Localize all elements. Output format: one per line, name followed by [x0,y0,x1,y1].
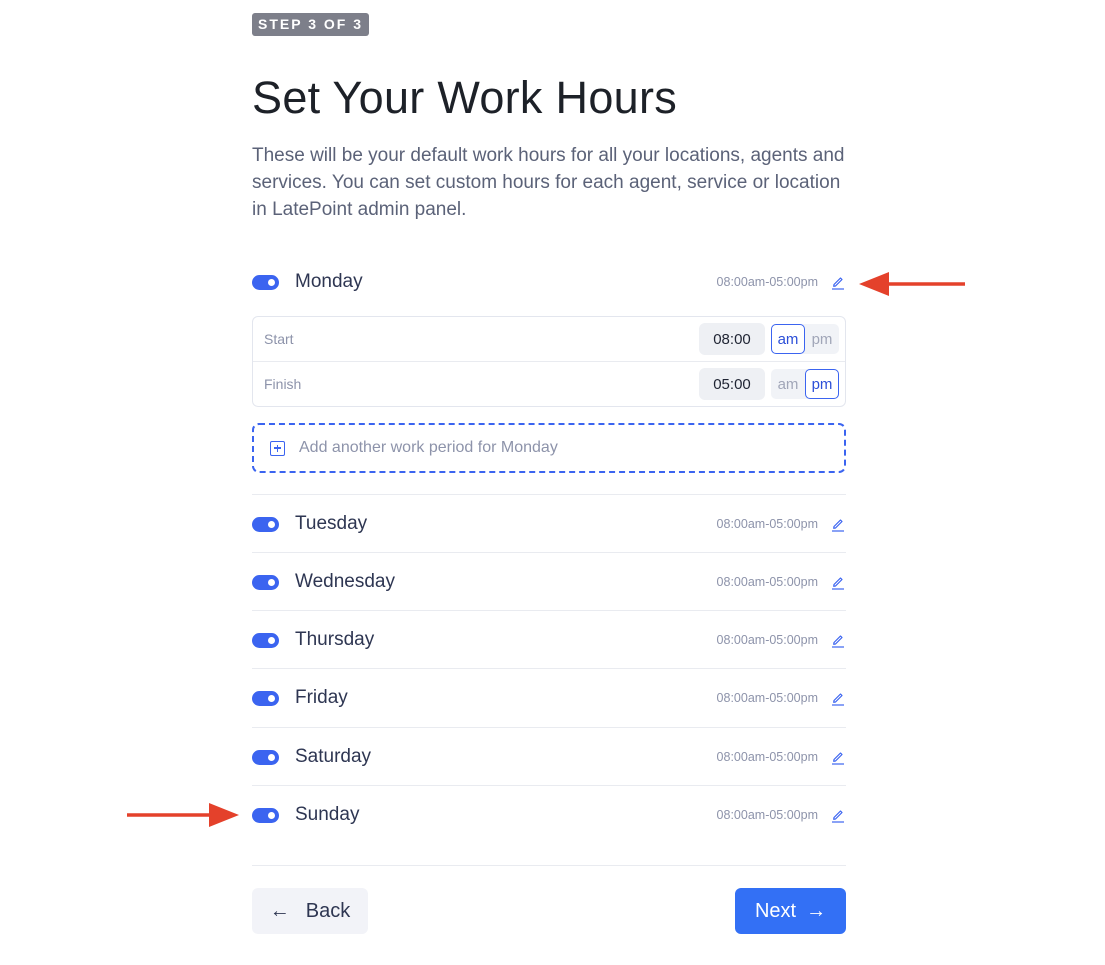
thursday-toggle[interactable] [252,632,279,648]
finish-ampm-switch: am pm [771,369,839,399]
finish-label: Finish [264,376,302,392]
work-period-monday: Start am pm Finish am pm [252,316,846,407]
day-hours: 08:00am-05:00pm [716,633,818,647]
day-row-friday: Friday 08:00am-05:00pm [252,668,846,727]
day-hours: 08:00am-05:00pm [716,750,818,764]
arrow-left-icon: ← [269,899,290,922]
day-name: Thursday [295,629,375,650]
start-time-input[interactable] [699,323,765,355]
pencil-icon [832,635,844,648]
day-row-saturday: Saturday 08:00am-05:00pm [252,727,846,786]
footer-divider [252,865,846,866]
page-description: These will be your default work hours fo… [252,145,845,220]
pencil-icon [832,277,844,290]
day-row-monday: Monday 08:00am-05:00pm [252,253,846,311]
day-name: Monday [295,271,363,292]
day-name: Sunday [295,804,360,825]
next-button[interactable]: Next → [735,888,846,934]
pencil-icon [832,810,844,823]
start-pm-option[interactable]: pm [805,324,839,354]
finish-time-input[interactable] [699,368,765,400]
finish-am-option[interactable]: am [771,369,805,399]
start-row: Start am pm [253,317,845,361]
day-row-thursday: Thursday 08:00am-05:00pm [252,610,846,669]
day-name: Tuesday [295,513,368,534]
edit-monday-button[interactable] [830,274,846,290]
friday-toggle[interactable] [252,690,279,706]
day-name: Wednesday [295,571,395,592]
day-hours: 08:00am-05:00pm [716,575,818,589]
day-hours: 08:00am-05:00pm [716,808,818,822]
plus-square-icon [270,440,285,456]
step-badge: STEP 3 OF 3 [252,13,369,36]
day-row-sunday: Sunday 08:00am-05:00pm [252,785,846,844]
tuesday-toggle[interactable] [252,516,279,532]
pencil-icon [832,752,844,765]
back-label: Back [305,899,351,922]
edit-friday-button[interactable] [830,690,846,706]
day-row-wednesday: Wednesday 08:00am-05:00pm [252,552,846,611]
arrow-right-icon: → [806,899,827,922]
annotation-arrow-right [859,272,965,296]
day-name: Friday [295,687,348,708]
back-button[interactable]: ← Back [252,888,368,934]
annotation-arrow-left [127,803,239,827]
edit-wednesday-button[interactable] [830,574,846,590]
day-hours: 08:00am-05:00pm [716,691,818,705]
sunday-toggle[interactable] [252,807,279,823]
pencil-icon [832,693,844,706]
day-hours: 08:00am-05:00pm [716,517,818,531]
day-name: Saturday [295,746,372,767]
add-work-period-button[interactable]: Add another work period for Monday [252,423,846,473]
start-label: Start [264,331,294,347]
pencil-icon [832,577,844,590]
page-title: Set Your Work Hours [252,72,678,123]
edit-saturday-button[interactable] [830,749,846,765]
monday-toggle[interactable] [252,274,279,290]
day-hours: 08:00am-05:00pm [716,275,818,289]
pencil-icon [832,519,844,532]
day-row-tuesday: Tuesday 08:00am-05:00pm [252,494,846,553]
start-am-option[interactable]: am [771,324,805,354]
next-label: Next [754,899,797,922]
start-ampm-switch: am pm [771,324,839,354]
add-work-period-label: Add another work period for Monday [299,439,558,456]
edit-tuesday-button[interactable] [830,516,846,532]
edit-sunday-button[interactable] [830,807,846,823]
saturday-toggle[interactable] [252,749,279,765]
finish-row: Finish am pm [253,361,845,406]
edit-thursday-button[interactable] [830,632,846,648]
wednesday-toggle[interactable] [252,574,279,590]
finish-pm-option[interactable]: pm [805,369,839,399]
